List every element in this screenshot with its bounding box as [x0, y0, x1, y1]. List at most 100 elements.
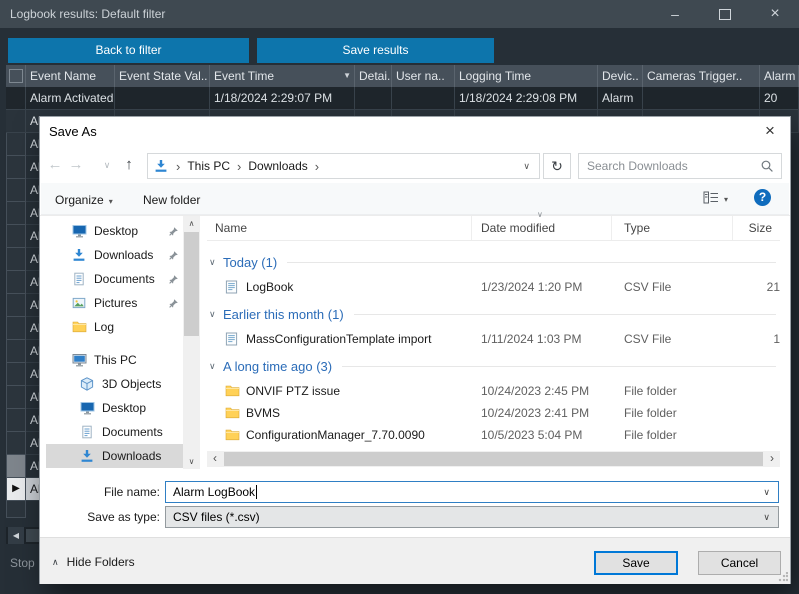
column-header-cameras-trigger-[interactable]: Cameras Trigger..	[643, 65, 760, 87]
sidebar-item-desktop[interactable]: Desktop	[46, 396, 183, 420]
column-header-name[interactable]: Name	[207, 216, 472, 240]
row-select-cell[interactable]	[6, 386, 26, 409]
file-name-dropdown-icon[interactable]: ∨	[763, 482, 778, 502]
column-header-label: Alarm	[764, 69, 796, 83]
row-select-cell[interactable]	[6, 294, 26, 317]
file-row-configurationmanager-7-70-0090[interactable]: ConfigurationManager_7.70.0090 10/5/2023 …	[207, 424, 780, 446]
file-group-header[interactable]: ∨ Today (1)	[207, 252, 780, 272]
scroll-left-icon[interactable]: ‹	[207, 451, 223, 467]
scrollbar-thumb[interactable]	[184, 232, 199, 336]
table-row[interactable]: Alarm Activated 1/18/2024 2:29:07 PM 1/18/…	[6, 87, 799, 110]
address-bar[interactable]: › This PC › Downloads › ∨	[147, 153, 540, 179]
save-button[interactable]: Save	[594, 551, 678, 575]
address-dropdown-icon[interactable]: ∨	[523, 161, 539, 172]
file-date-modified: 1/11/2024 1:03 PM	[481, 332, 582, 346]
file-row-massconfigurationtemplate-import[interactable]: MassConfigurationTemplate import 1/11/202…	[207, 328, 780, 350]
sidebar-item-label: This PC	[94, 353, 137, 367]
maximize-icon[interactable]	[712, 0, 738, 28]
column-header-event-name[interactable]: Event Name	[26, 65, 115, 87]
cancel-button[interactable]: Cancel	[698, 551, 781, 575]
save-as-type-label: Save as type:	[87, 510, 160, 524]
scroll-right-icon[interactable]: ›	[764, 451, 780, 467]
sidebar-item-desktop[interactable]: Desktop	[46, 219, 183, 243]
sidebar-item-downloads[interactable]: Downloads	[46, 243, 183, 267]
column-header-detai-[interactable]: Detai..	[355, 65, 392, 87]
breadcrumb-downloads[interactable]: Downloads	[248, 159, 307, 173]
row-select-cell[interactable]	[6, 110, 26, 133]
row-select-cell[interactable]	[6, 409, 26, 432]
up-icon[interactable]: ↑	[118, 150, 140, 180]
row-select-cell[interactable]	[6, 432, 26, 455]
save-results-button[interactable]: Save results	[257, 38, 494, 63]
file-row-bvms[interactable]: BVMS 10/24/2023 2:41 PM File folder	[207, 402, 780, 424]
file-type: File folder	[624, 384, 677, 398]
minimize-icon[interactable]: –	[662, 0, 688, 28]
row-select-cell[interactable]	[6, 501, 26, 518]
table-select-all-header[interactable]	[6, 65, 26, 87]
file-row-onvif-ptz-issue[interactable]: ONVIF PTZ issue 10/24/2023 2:45 PM File fo…	[207, 380, 780, 402]
hide-folders-button[interactable]: ∧ Hide Folders	[52, 552, 135, 572]
row-select-cell[interactable]	[6, 133, 26, 156]
desktop-icon	[72, 224, 88, 239]
column-header-size[interactable]: Size	[733, 216, 780, 240]
refresh-icon[interactable]: ↻	[543, 153, 571, 179]
change-view-button[interactable]: ▾	[703, 191, 728, 207]
row-select-cell[interactable]	[6, 87, 26, 110]
row-select-cell[interactable]	[6, 179, 26, 202]
row-select-cell[interactable]	[6, 317, 26, 340]
pin-icon	[168, 226, 179, 237]
column-header-date-modified[interactable]: Date modified	[472, 216, 612, 240]
sidebar-item-downloads[interactable]: Downloads	[46, 444, 183, 468]
resize-grip[interactable]	[778, 572, 788, 582]
column-header-event-time[interactable]: Event Time ▼	[210, 65, 355, 87]
recent-locations-icon[interactable]: ∨	[98, 150, 116, 180]
search-input[interactable]	[579, 159, 760, 173]
row-select-cell[interactable]	[6, 248, 26, 271]
column-header-alarm[interactable]: Alarm	[760, 65, 799, 87]
new-folder-button[interactable]: New folder	[143, 191, 200, 209]
file-name-input[interactable]: Alarm LogBook ∨	[165, 481, 779, 503]
row-select-cell[interactable]	[6, 202, 26, 225]
column-header-label: Logging Time	[459, 69, 532, 83]
column-header-logging-time[interactable]: Logging Time	[455, 65, 598, 87]
scrollbar-thumb[interactable]	[224, 452, 763, 466]
row-select-cell[interactable]	[6, 340, 26, 363]
search-box[interactable]	[578, 153, 782, 179]
dialog-close-icon[interactable]: ×	[754, 117, 786, 145]
sidebar-item-this-pc[interactable]: This PC	[46, 348, 183, 372]
row-select-cell[interactable]	[6, 271, 26, 294]
scroll-down-icon[interactable]: ∨	[183, 454, 200, 469]
help-icon[interactable]: ?	[754, 189, 771, 206]
sidebar-item-documents[interactable]: Documents	[46, 420, 183, 444]
sidebar-item-log[interactable]: Log	[46, 315, 183, 339]
row-select-cell[interactable]: ▶	[6, 478, 26, 501]
row-select-cell[interactable]	[6, 225, 26, 248]
sidebar-vertical-scrollbar[interactable]: ∧ ∨	[183, 216, 200, 469]
column-header-user-na-[interactable]: User na..	[392, 65, 455, 87]
file-group-header[interactable]: ∨ A long time ago (3)	[207, 356, 780, 376]
screen: Logbook results: Default filter – × Back…	[0, 0, 799, 594]
column-header-type[interactable]: Type	[612, 216, 733, 240]
sidebar-item-documents[interactable]: Documents	[46, 267, 183, 291]
back-to-filter-button[interactable]: Back to filter	[8, 38, 249, 63]
row-select-cell[interactable]	[6, 363, 26, 386]
close-icon[interactable]: ×	[762, 0, 788, 28]
forward-icon[interactable]: →	[66, 150, 86, 180]
organize-button[interactable]: Organize ▾	[55, 191, 113, 209]
sidebar-item-3d-objects[interactable]: 3D Objects	[46, 372, 183, 396]
file-list-horizontal-scrollbar[interactable]: ‹ ›	[207, 451, 780, 467]
breadcrumb-this-pc[interactable]: This PC	[187, 159, 230, 173]
column-header-event-state-val-[interactable]: Event State Val..	[115, 65, 210, 87]
row-select-cell[interactable]	[6, 455, 26, 478]
row-select-cell[interactable]	[6, 156, 26, 179]
scroll-up-icon[interactable]: ∧	[183, 216, 200, 231]
sidebar-item-pictures[interactable]: Pictures	[46, 291, 183, 315]
scroll-left-icon[interactable]: ◀	[8, 527, 24, 544]
stop-button[interactable]: Stop	[10, 556, 35, 570]
file-group-header[interactable]: ∨ Earlier this month (1)	[207, 304, 780, 324]
sidebar-item-label: Documents	[94, 272, 155, 286]
back-icon[interactable]: ←	[44, 150, 66, 180]
file-row-logbook[interactable]: LogBook 1/23/2024 1:20 PM CSV File 21	[207, 276, 780, 298]
save-as-type-select[interactable]: CSV files (*.csv) ∨	[165, 506, 779, 528]
column-header-devic-[interactable]: Devic..	[598, 65, 643, 87]
